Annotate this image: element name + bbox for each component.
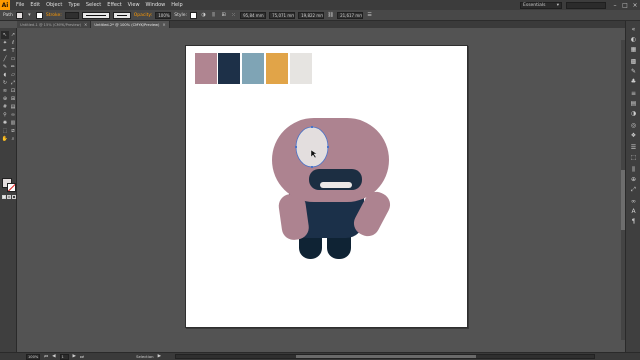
previous-artboard-icon[interactable]: ◀ <box>52 354 55 359</box>
align-panel-icon[interactable]: ⫼ <box>629 165 638 174</box>
panel-dock: «◐ ▦ ▩ ✎ ♣ ≡ ▤ ◑ ◎ ❖ ☰ ⬚ ⫼ ⊕ ⤢ ∞ A ¶ <box>625 21 640 352</box>
horizontal-scrollbar[interactable] <box>175 354 596 359</box>
brushes-panel-icon[interactable]: ✎ <box>629 67 638 76</box>
next-artboard-icon[interactable]: ▶ <box>73 354 76 359</box>
scrollbar-thumb[interactable] <box>296 355 477 358</box>
teeth <box>320 182 352 188</box>
links-panel-icon[interactable]: ∞ <box>629 197 638 206</box>
first-artboard-icon[interactable]: ⏮ <box>44 354 48 360</box>
zoom-field[interactable]: 100% <box>26 353 40 360</box>
status-bar: 100% ⏮ ◀ 1 ▶ ⏭ Selection ▶ <box>0 352 640 360</box>
transform-panel-icon[interactable]: ⤢ <box>629 185 638 194</box>
character-illustration <box>272 118 391 259</box>
character-panel-icon[interactable]: A <box>629 207 638 216</box>
artboards-panel-icon[interactable]: ⬚ <box>629 153 638 162</box>
graphic-styles-panel-icon[interactable]: ❖ <box>629 131 638 140</box>
color-panel-icon[interactable]: ◐ <box>629 35 638 44</box>
status-menu-icon[interactable]: ▶ <box>158 354 161 359</box>
collapse-panels-icon[interactable]: « <box>629 25 638 34</box>
transparency-panel-icon[interactable]: ◑ <box>629 109 638 118</box>
appearance-panel-icon[interactable]: ◎ <box>629 121 638 130</box>
current-tool-label: Selection <box>136 354 154 359</box>
paragraph-panel-icon[interactable]: ¶ <box>629 217 638 226</box>
anchor-point[interactable] <box>327 146 329 148</box>
swatches-panel-icon[interactable]: ▩ <box>629 57 638 66</box>
artboard-number-field[interactable]: 1 <box>59 353 69 360</box>
anchor-point[interactable] <box>311 126 313 128</box>
color-guide-panel-icon[interactable]: ▦ <box>629 45 638 54</box>
gradient-panel-icon[interactable]: ▤ <box>629 99 638 108</box>
symbols-panel-icon[interactable]: ♣ <box>629 77 638 86</box>
anchor-point[interactable] <box>311 166 313 168</box>
stroke-panel-icon[interactable]: ≡ <box>629 89 638 98</box>
last-artboard-icon[interactable]: ⏭ <box>80 354 84 360</box>
layers-panel-icon[interactable]: ☰ <box>629 143 638 152</box>
anchor-point[interactable] <box>295 146 297 148</box>
pathfinder-panel-icon[interactable]: ⊕ <box>629 175 638 184</box>
